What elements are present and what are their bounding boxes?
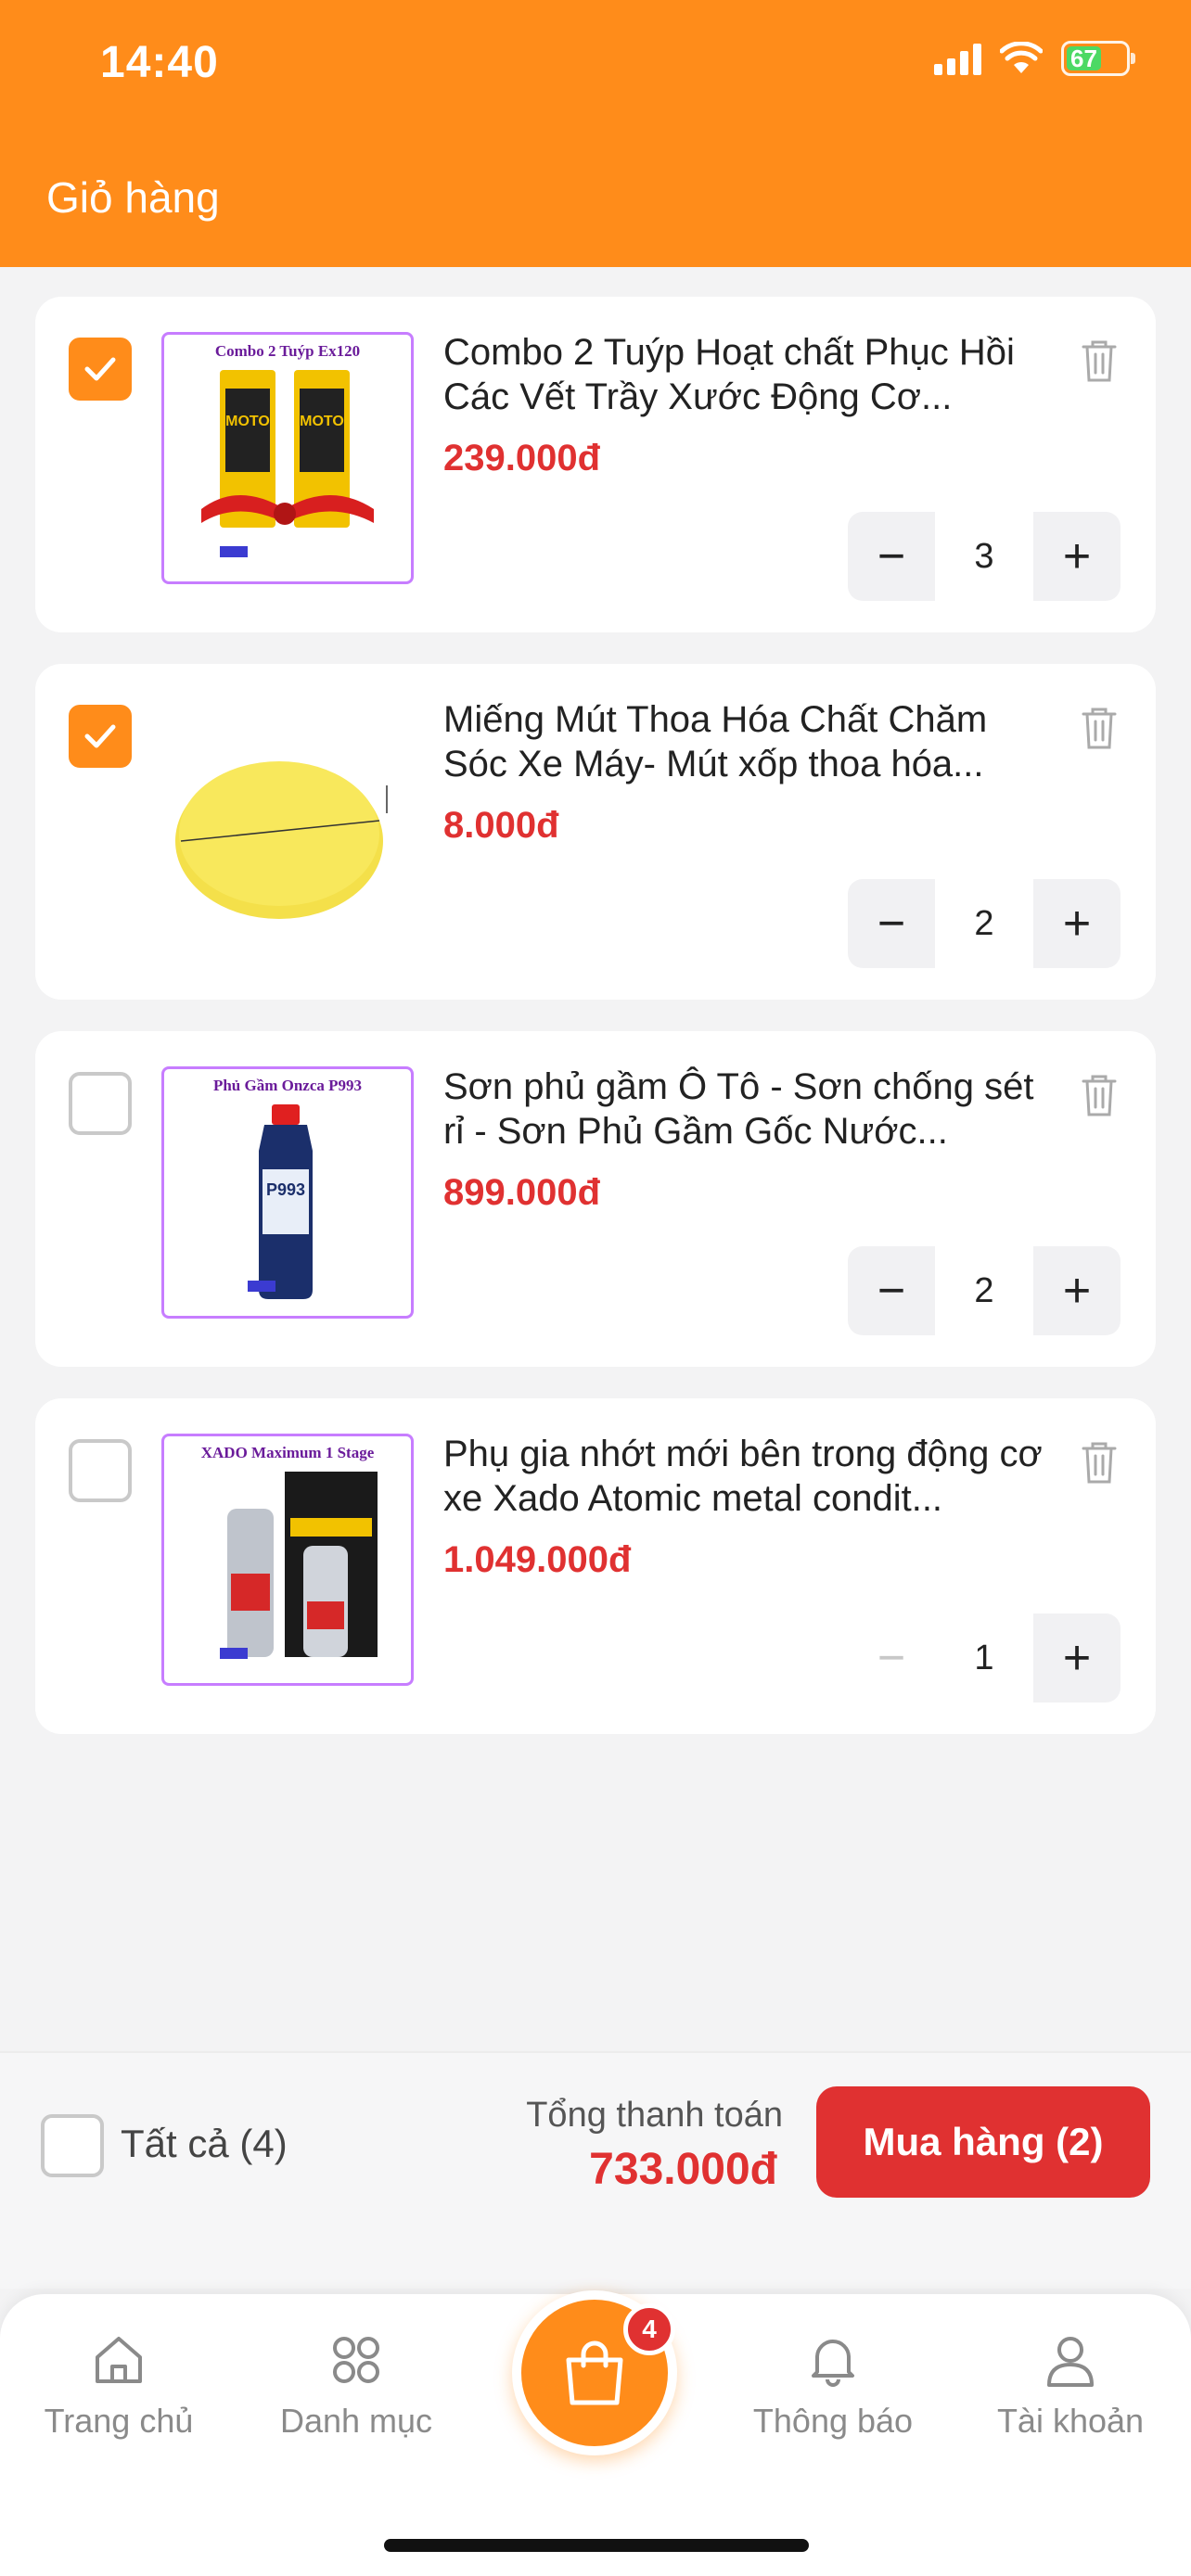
page-title: Giỏ hàng [46,173,220,222]
cart-item: Miếng Mút Thoa Hóa Chất Chăm Sóc Xe Máy-… [35,664,1156,1000]
select-all-checkbox[interactable] [41,2114,104,2177]
home-indicator [384,2539,809,2552]
shopping-bag-icon [566,2340,623,2405]
buy-button[interactable]: Mua hàng (2) [816,2086,1150,2198]
nav-notifications[interactable]: Thông báo [722,2331,944,2441]
product-image[interactable]: XADO Maximum 1 Stage [161,1434,414,1686]
product-price: 8.000đ [443,805,559,846]
product-name[interactable]: Phụ gia nhớt mới bên trong động cơ xe Xa… [443,1432,1056,1521]
increase-button[interactable]: + [1033,879,1121,968]
item-checkbox[interactable] [69,1072,132,1135]
trash-icon[interactable] [1078,338,1121,384]
nav-categories-label: Danh mục [279,2402,433,2440]
total-value: 733.000đ [589,2145,777,2194]
decrease-button[interactable]: − [848,1613,935,1702]
increase-button[interactable]: + [1033,1613,1121,1702]
increase-button[interactable]: + [1033,512,1121,601]
quantity-value[interactable]: 2 [935,1246,1033,1335]
check-icon [84,724,116,748]
image-caption: Phủ Gầm Onzca P993 [212,1077,363,1094]
quantity-value[interactable]: 3 [935,512,1033,601]
nav-home-label: Trang chủ [44,2402,194,2440]
quantity-value[interactable]: 1 [935,1613,1033,1702]
grid-icon [333,2337,379,2383]
trash-icon[interactable] [1078,1072,1121,1118]
image-caption: XADO Maximum 1 Stage [200,1444,375,1461]
item-checkbox[interactable] [69,338,132,401]
nav-notifications-label: Thông báo [752,2402,914,2440]
cart-count-badge: 4 [623,2303,675,2355]
wifi-icon [1000,42,1043,73]
can-product-image [220,1472,378,1659]
nav-categories[interactable]: Danh mục [245,2331,467,2441]
checkout-summary: Tất cả (4) Tổng thanh toán 733.000đ Mua … [0,2051,1191,2289]
home-icon [96,2337,142,2383]
decrease-button[interactable]: − [848,879,935,968]
product-image[interactable] [161,699,414,951]
item-checkbox[interactable] [69,705,132,768]
user-icon [1047,2337,1094,2387]
battery-level: 67 [1067,45,1101,72]
trash-icon[interactable] [1078,705,1121,751]
image-caption: Combo 2 Tuýp Ex120 [214,342,361,360]
product-price: 899.000đ [443,1172,601,1213]
nav-account-label: Tài khoản [996,2402,1145,2440]
quantity-value[interactable]: 2 [935,879,1033,968]
svg-text:P993: P993 [266,1180,305,1199]
product-price: 1.049.000đ [443,1539,632,1580]
tube-product-image: MOTO MOTO [201,370,374,557]
nav-account[interactable]: Tài khoản [959,2331,1182,2441]
status-icons: 67 [934,41,1135,76]
product-price: 239.000đ [443,438,601,478]
item-checkbox[interactable] [69,1439,132,1502]
product-image[interactable]: Combo 2 Tuýp Ex120 MOTO MOTO [161,332,414,584]
cart-item: XADO Maximum 1 Stage Phụ gia nhớt mới bê… [35,1398,1156,1734]
svg-text:MOTO: MOTO [225,414,270,429]
header: 14:40 67 Giỏ hàng [0,0,1191,267]
signal-icon [934,42,981,75]
cart-item: Combo 2 Tuýp Ex120 MOTO MOTO Combo 2 Tuý… [35,297,1156,632]
status-time: 14:40 [100,38,219,87]
product-name[interactable]: Miếng Mút Thoa Hóa Chất Chăm Sóc Xe Máy-… [443,697,1056,786]
increase-button[interactable]: + [1033,1246,1121,1335]
bottle-product-image: P993 [248,1104,313,1299]
decrease-button[interactable]: − [848,512,935,601]
cart-list: Combo 2 Tuýp Ex120 MOTO MOTO Combo 2 Tuý… [35,297,1156,1766]
quantity-stepper: − 3 + [848,512,1121,601]
quantity-stepper: − 2 + [848,1246,1121,1335]
bell-icon [812,2340,854,2387]
total-label: Tổng thanh toán [526,2096,783,2135]
product-name[interactable]: Sơn phủ gầm Ô Tô - Sơn chống sét rỉ - Sơ… [443,1065,1056,1154]
quantity-stepper: − 1 + [848,1613,1121,1702]
decrease-button[interactable]: − [848,1246,935,1335]
sponge-product-image [175,761,388,919]
product-name[interactable]: Combo 2 Tuýp Hoạt chất Phục Hồi Các Vết … [443,330,1056,419]
check-icon [84,357,116,381]
cart-item: Phủ Gầm Onzca P993 P993 Sơn phủ gầm Ô Tô… [35,1031,1156,1367]
battery-icon: 67 [1061,41,1135,76]
trash-icon[interactable] [1078,1439,1121,1486]
nav-home[interactable]: Trang chủ [7,2331,230,2441]
product-image[interactable]: Phủ Gầm Onzca P993 P993 [161,1066,414,1319]
select-all-label[interactable]: Tất cả (4) [121,2122,288,2166]
quantity-stepper: − 2 + [848,879,1121,968]
svg-text:MOTO: MOTO [300,414,344,429]
